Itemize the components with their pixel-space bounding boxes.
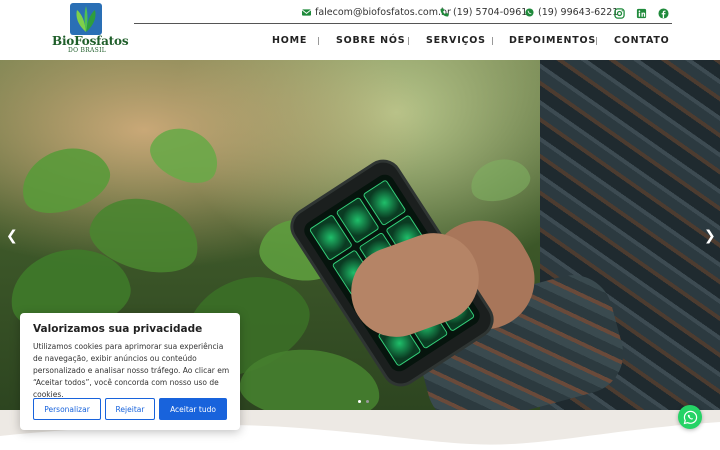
linkedin-icon[interactable] bbox=[636, 8, 647, 19]
facebook-icon[interactable] bbox=[658, 8, 669, 19]
whatsapp-float-button[interactable] bbox=[678, 405, 702, 429]
reject-button[interactable]: Rejeitar bbox=[105, 398, 155, 420]
site-header: BioFosfatos DO BRASIL falecom@biofosfato… bbox=[0, 0, 720, 60]
nav-divider bbox=[408, 37, 409, 45]
plant-leaf bbox=[465, 152, 535, 208]
logo[interactable]: BioFosfatos DO BRASIL bbox=[52, 2, 129, 58]
logo-wordmark: BioFosfatos bbox=[52, 34, 129, 48]
whatsapp-link[interactable]: (19) 99643-6221 bbox=[525, 7, 618, 18]
slider-next-icon[interactable]: ❯ bbox=[704, 228, 716, 244]
phone-icon bbox=[440, 8, 449, 17]
slider-prev-icon[interactable]: ❮ bbox=[6, 228, 18, 244]
customize-button[interactable]: Personalizar bbox=[33, 398, 101, 420]
logo-leaf-icon bbox=[70, 3, 102, 35]
plant-leaf bbox=[142, 117, 228, 193]
whatsapp-icon bbox=[683, 410, 697, 424]
email-link[interactable]: falecom@biofosfatos.com.br bbox=[302, 7, 451, 18]
slider-dots bbox=[358, 400, 369, 403]
slider-dot[interactable] bbox=[366, 400, 369, 403]
whatsapp-small-icon bbox=[525, 8, 534, 17]
nav-divider bbox=[596, 37, 597, 45]
phone-link[interactable]: (19) 5704-0961 bbox=[440, 7, 527, 18]
cookie-description: Utilizamos cookies para aprimorar sua ex… bbox=[33, 342, 230, 399]
nav-divider bbox=[492, 37, 493, 45]
whatsapp-text: (19) 99643-6221 bbox=[538, 7, 619, 18]
nav-home[interactable]: HOME bbox=[272, 35, 307, 46]
nav-depoimentos[interactable]: DEPOIMENTOS bbox=[509, 35, 596, 46]
accept-all-button[interactable]: Aceitar tudo bbox=[159, 398, 227, 420]
instagram-icon[interactable] bbox=[614, 8, 625, 19]
nav-sobre-nos[interactable]: SOBRE NÓS bbox=[336, 35, 405, 46]
slider-dot[interactable] bbox=[358, 400, 361, 403]
nav-contato[interactable]: CONTATO bbox=[614, 35, 670, 46]
nav-divider bbox=[318, 37, 319, 45]
phone-text: (19) 5704-0961 bbox=[453, 7, 528, 18]
email-text: falecom@biofosfatos.com.br bbox=[315, 7, 451, 18]
cookie-title: Valorizamos sua privacidade bbox=[33, 323, 203, 335]
envelope-icon bbox=[302, 9, 311, 16]
cookie-consent-banner: Valorizamos sua privacidade Utilizamos c… bbox=[20, 313, 240, 430]
contact-bar: falecom@biofosfatos.com.br (19) 5704-096… bbox=[134, 4, 672, 24]
logo-subtitle: DO BRASIL bbox=[67, 47, 107, 54]
nav-servicos[interactable]: SERVIÇOS bbox=[426, 35, 486, 46]
